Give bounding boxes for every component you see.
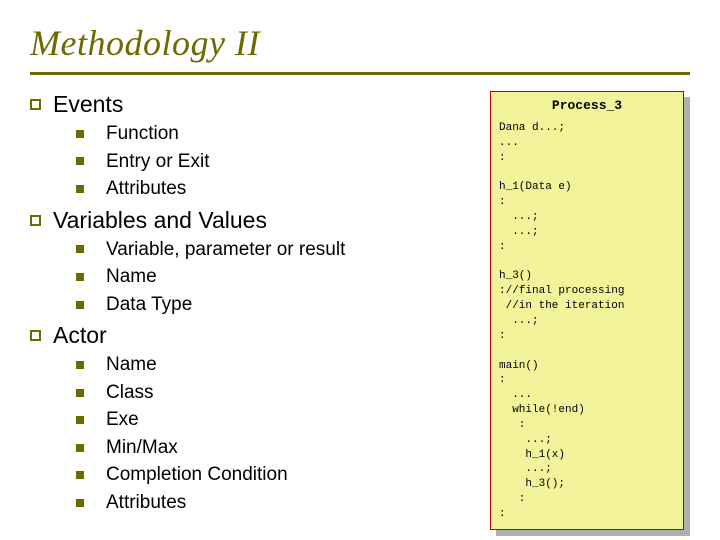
section-title: Events [53,91,123,118]
list-item: Exe [76,406,482,434]
hollow-square-icon [30,215,41,226]
hollow-square-icon [30,330,41,341]
code-panel-wrap: Process_3 Dana d...; ... : h_1(Data e) :… [490,91,690,536]
square-bullet-icon [76,273,84,281]
item-text: Min/Max [106,434,178,462]
square-bullet-icon [76,245,84,253]
square-bullet-icon [76,157,84,165]
list-item: Min/Max [76,434,482,462]
content-column: Events Function Entry or Exit Attributes… [30,91,490,536]
slide-title: Methodology II [30,22,690,64]
list-item: Data Type [76,291,482,319]
section-items: Name Class Exe Min/Max Completion Condit… [76,351,482,516]
list-item: Completion Condition [76,461,482,489]
section-actor: Actor Name Class Exe Min/Max Completion … [30,322,482,516]
item-text: Name [106,351,157,379]
square-bullet-icon [76,499,84,507]
square-bullet-icon [76,471,84,479]
list-item: Variable, parameter or result [76,236,482,264]
section-variables: Variables and Values Variable, parameter… [30,207,482,319]
square-bullet-icon [76,444,84,452]
item-text: Data Type [106,291,192,319]
section-title: Actor [53,322,107,349]
section-events: Events Function Entry or Exit Attributes [30,91,482,203]
code-panel-title: Process_3 [491,92,683,113]
square-bullet-icon [76,416,84,424]
title-underline [30,72,690,75]
list-item: Attributes [76,175,482,203]
list-item: Function [76,120,482,148]
hollow-square-icon [30,99,41,110]
list-item: Name [76,263,482,291]
item-text: Name [106,263,157,291]
section-items: Function Entry or Exit Attributes [76,120,482,203]
list-item: Class [76,379,482,407]
list-item: Name [76,351,482,379]
item-text: Variable, parameter or result [106,236,345,264]
item-text: Exe [106,406,139,434]
square-bullet-icon [76,185,84,193]
square-bullet-icon [76,361,84,369]
section-header: Variables and Values [30,207,482,234]
square-bullet-icon [76,389,84,397]
item-text: Class [106,379,154,407]
body-row: Events Function Entry or Exit Attributes… [30,91,690,536]
item-text: Function [106,120,179,148]
square-bullet-icon [76,130,84,138]
section-header: Events [30,91,482,118]
section-header: Actor [30,322,482,349]
list-item: Entry or Exit [76,148,482,176]
code-panel-body: Dana d...; ... : h_1(Data e) : ...; ...;… [491,113,683,522]
item-text: Attributes [106,489,186,517]
code-column: Process_3 Dana d...; ... : h_1(Data e) :… [490,91,690,536]
item-text: Entry or Exit [106,148,209,176]
list-item: Attributes [76,489,482,517]
item-text: Completion Condition [106,461,288,489]
code-panel: Process_3 Dana d...; ... : h_1(Data e) :… [490,91,684,530]
item-text: Attributes [106,175,186,203]
section-items: Variable, parameter or result Name Data … [76,236,482,319]
section-title: Variables and Values [53,207,267,234]
slide: Methodology II Events Function Entry or … [0,0,720,540]
square-bullet-icon [76,301,84,309]
